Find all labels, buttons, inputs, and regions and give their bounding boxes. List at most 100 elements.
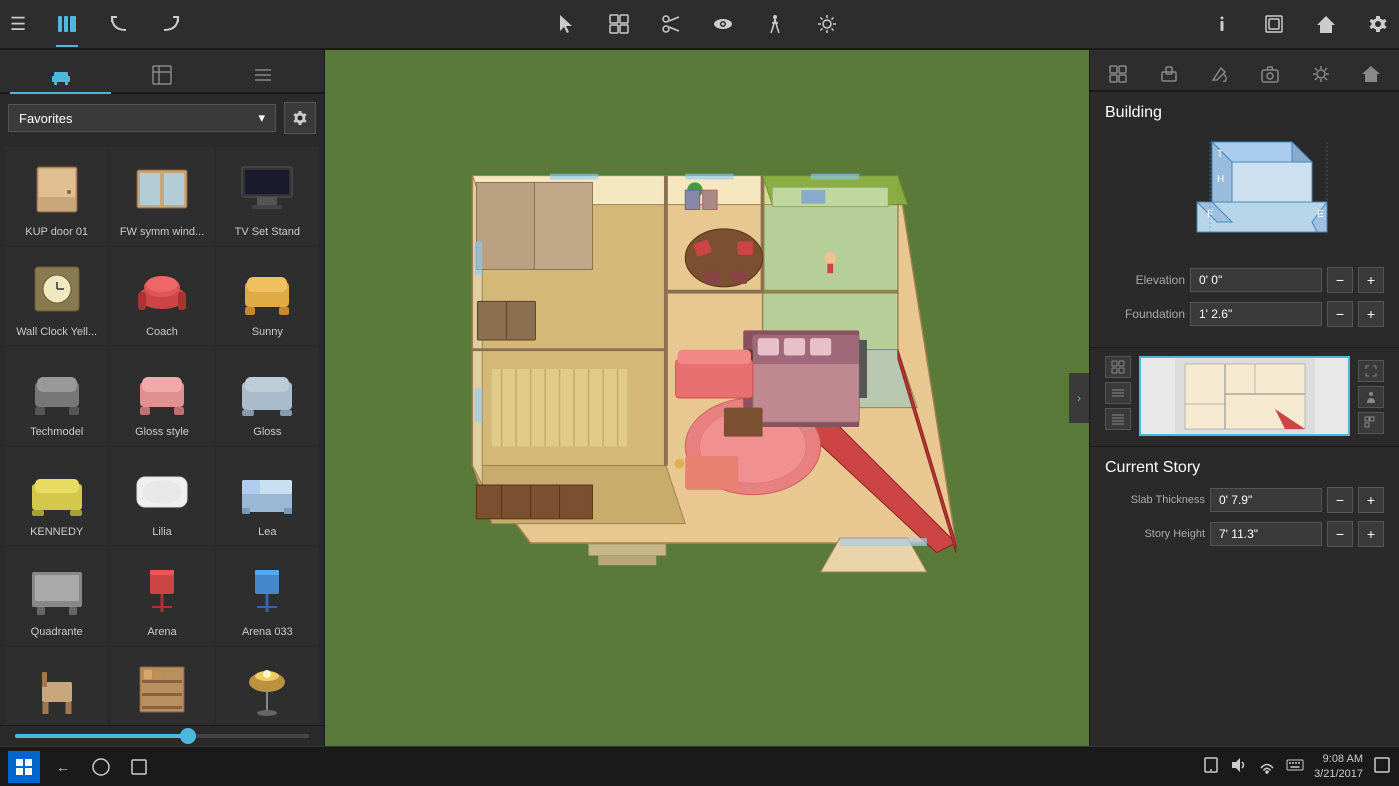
item-gloss-style[interactable]: Gloss style xyxy=(110,347,213,445)
foundation-value[interactable]: 1' 2.6" xyxy=(1190,302,1322,326)
item-label-sunny: Sunny xyxy=(252,326,283,338)
item-label-fw-symm-wind: FW symm wind... xyxy=(120,226,204,238)
slab-increase-btn[interactable]: + xyxy=(1358,487,1384,513)
favorites-settings-btn[interactable] xyxy=(284,102,316,134)
view-icon[interactable] xyxy=(712,13,734,35)
network-icon[interactable] xyxy=(1258,756,1276,777)
item-lea[interactable]: Lea xyxy=(216,447,319,545)
foundation-increase-btn[interactable]: + xyxy=(1358,301,1384,327)
grid-view-btn[interactable] xyxy=(1105,356,1131,378)
item-arena-033[interactable]: Arena 033 xyxy=(216,547,319,645)
item-lilia[interactable]: Lilia xyxy=(110,447,213,545)
build-mode-btn[interactable] xyxy=(1095,58,1141,90)
collapse-right-btn[interactable]: › xyxy=(1069,373,1089,423)
undo-icon[interactable] xyxy=(108,13,130,35)
elevation-value[interactable]: 0' 0" xyxy=(1190,268,1322,292)
keyboard-icon[interactable] xyxy=(1286,756,1304,777)
story-height-label: Story Height xyxy=(1105,528,1205,540)
grid3-btn[interactable] xyxy=(1358,412,1384,434)
favorites-dropdown[interactable]: Favorites ▾ xyxy=(8,104,276,132)
paint-btn[interactable] xyxy=(1196,58,1242,90)
item-kup-door-01[interactable]: KUP door 01 xyxy=(5,147,108,245)
item-label-techmodel: Techmodel xyxy=(30,426,83,438)
story-height-value[interactable]: 7' 11.3" xyxy=(1210,522,1322,546)
item-wall-clock[interactable]: Wall Clock Yell... xyxy=(5,247,108,345)
item-label-kennedy: KENNEDY xyxy=(30,526,83,538)
library-icon[interactable] xyxy=(56,13,78,35)
story-height-increase-btn[interactable]: + xyxy=(1358,521,1384,547)
svg-text:T: T xyxy=(1217,149,1223,160)
item-wood-chair[interactable]: Wood Chair xyxy=(5,647,108,725)
furniture-tab[interactable] xyxy=(10,58,111,92)
minimap-section xyxy=(1090,348,1399,447)
house-mode-btn[interactable] xyxy=(1348,58,1394,90)
item-tv-set-stand[interactable]: TV Set Stand xyxy=(216,147,319,245)
person-btn[interactable] xyxy=(1358,386,1384,408)
panel-tabs xyxy=(0,50,324,94)
chevron-down-icon: ▾ xyxy=(258,110,265,126)
slab-thickness-value[interactable]: 0' 7.9" xyxy=(1210,488,1322,512)
windows-button[interactable] xyxy=(124,752,154,782)
item-coach[interactable]: Coach xyxy=(110,247,213,345)
taskbar-nav: ← xyxy=(48,752,154,782)
start-button[interactable] xyxy=(8,751,40,783)
size-slider-thumb[interactable] xyxy=(180,728,196,744)
slab-thickness-label: Slab Thickness xyxy=(1105,494,1205,506)
item-kennedy[interactable]: KENNEDY xyxy=(5,447,108,545)
tablet-mode-icon[interactable] xyxy=(1202,756,1220,777)
building-title: Building xyxy=(1105,104,1384,122)
main-content: Favorites ▾ KUP doo xyxy=(0,50,1399,746)
list-tab[interactable] xyxy=(213,58,314,92)
volume-icon[interactable] xyxy=(1230,756,1248,777)
item-label-lea: Lea xyxy=(258,526,276,538)
item-label-arena-033: Arena 033 xyxy=(242,626,293,638)
minimap-image[interactable] xyxy=(1139,356,1350,436)
slab-decrease-btn[interactable]: − xyxy=(1327,487,1353,513)
floor-plan-svg xyxy=(325,50,1089,746)
item-quadrante[interactable]: Quadrante xyxy=(5,547,108,645)
notification-button[interactable] xyxy=(1373,756,1391,777)
walk-icon[interactable] xyxy=(764,13,786,35)
item-label-quadrante: Quadrante xyxy=(31,626,83,638)
item-techmodel[interactable]: Techmodel xyxy=(5,347,108,445)
elevation-increase-btn[interactable]: + xyxy=(1358,267,1384,293)
light-btn[interactable] xyxy=(1298,58,1344,90)
svg-text:H: H xyxy=(1217,174,1224,185)
items-grid: KUP door 01 FW symm wind... xyxy=(0,142,324,725)
foundation-decrease-btn[interactable]: − xyxy=(1327,301,1353,327)
settings-top-icon[interactable] xyxy=(1367,13,1389,35)
minimap-controls xyxy=(1105,356,1131,430)
item-label-wall-clock: Wall Clock Yell... xyxy=(16,326,97,338)
draw-tab[interactable] xyxy=(111,58,212,92)
item-gloss[interactable]: Gloss xyxy=(216,347,319,445)
item-sunny[interactable]: Sunny xyxy=(216,247,319,345)
menu-icon[interactable]: ☰ xyxy=(10,14,26,35)
item-shelf[interactable]: Shelf xyxy=(110,647,213,725)
size-slider-track xyxy=(15,734,309,738)
group-icon[interactable] xyxy=(608,13,630,35)
info-top-icon[interactable] xyxy=(1211,13,1233,35)
search-circle-button[interactable] xyxy=(86,752,116,782)
export-icon[interactable] xyxy=(1263,13,1285,35)
back-button[interactable]: ← xyxy=(48,752,78,782)
select-icon[interactable] xyxy=(556,13,578,35)
item-label-coach: Coach xyxy=(146,326,178,338)
sun-icon[interactable] xyxy=(816,13,838,35)
stamp-btn[interactable] xyxy=(1146,58,1192,90)
foundation-label: Foundation xyxy=(1105,307,1185,321)
camera-btn[interactable] xyxy=(1247,58,1293,90)
list-view-btn[interactable] xyxy=(1105,382,1131,404)
item-lamp[interactable]: Lamp xyxy=(216,647,319,725)
scissors-icon[interactable] xyxy=(660,13,682,35)
home-top-icon[interactable] xyxy=(1315,13,1337,35)
elevation-decrease-btn[interactable]: − xyxy=(1327,267,1353,293)
current-story-section: Current Story Slab Thickness 0' 7.9" − +… xyxy=(1090,447,1399,567)
detail-view-btn[interactable] xyxy=(1105,408,1131,430)
expand-btn[interactable] xyxy=(1358,360,1384,382)
favorites-bar: Favorites ▾ xyxy=(0,94,324,142)
center-canvas[interactable]: › xyxy=(325,50,1089,746)
story-height-decrease-btn[interactable]: − xyxy=(1327,521,1353,547)
item-arena[interactable]: Arena xyxy=(110,547,213,645)
item-fw-symm-wind[interactable]: FW symm wind... xyxy=(110,147,213,245)
redo-icon[interactable] xyxy=(160,13,182,35)
